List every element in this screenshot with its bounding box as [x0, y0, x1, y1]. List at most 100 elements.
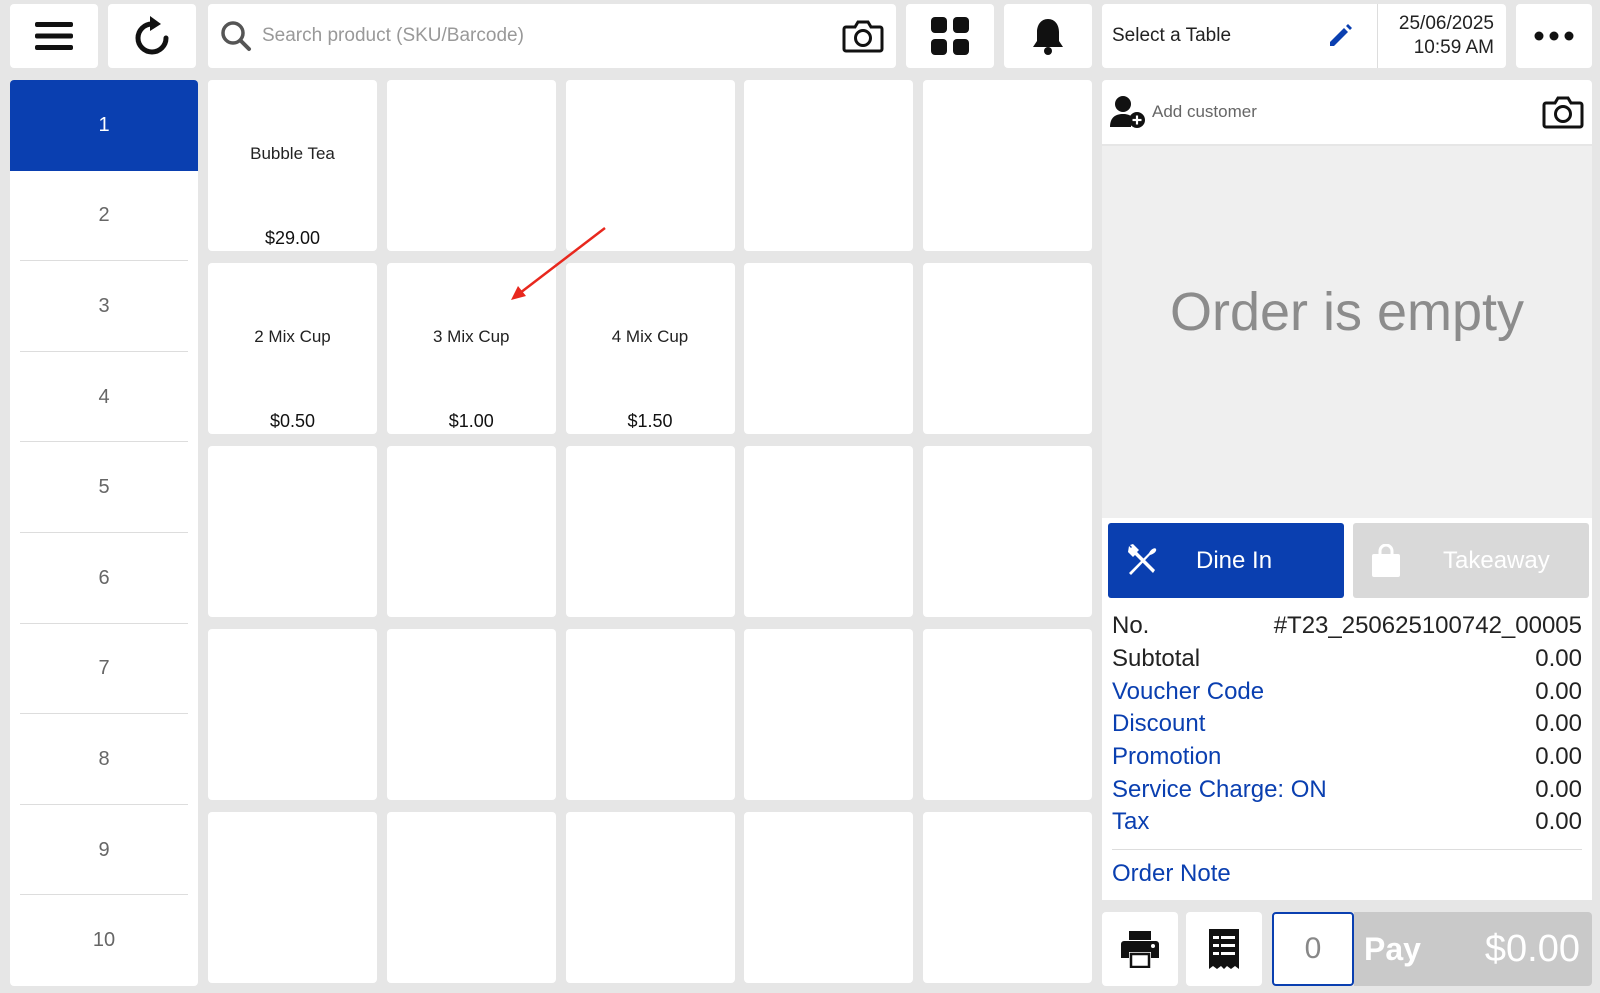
category-item-1[interactable]: 1: [10, 80, 198, 171]
empty-product-slot[interactable]: [565, 446, 735, 617]
tax-row[interactable]: Tax 0.00: [1112, 806, 1582, 839]
service-charge-on-label[interactable]: Service Charge: ON: [1112, 776, 1327, 804]
product-name: 2 Mix Cup: [254, 327, 331, 346]
category-item-5[interactable]: 5: [10, 442, 198, 533]
product-tile[interactable]: 3 Mix Cup $1.00: [386, 263, 556, 434]
hamburger-menu-icon: [35, 22, 73, 50]
empty-product-slot[interactable]: [744, 80, 914, 251]
category-item-8[interactable]: 8: [10, 714, 198, 805]
more-options-button[interactable]: [1516, 4, 1592, 68]
empty-product-slot[interactable]: [923, 80, 1092, 251]
grid-view-button[interactable]: [906, 4, 994, 68]
empty-product-slot[interactable]: [744, 812, 914, 983]
empty-product-slot[interactable]: [923, 812, 1092, 983]
empty-product-slot[interactable]: [744, 446, 914, 617]
category-item-9[interactable]: 9: [10, 805, 198, 896]
datetime-display: 25/06/2025 10:59 AM: [1378, 12, 1506, 60]
date-text: 25/06/2025: [1398, 13, 1494, 34]
fork-knife-icon: [1128, 543, 1157, 575]
summary-divider: [1112, 848, 1582, 850]
notifications-button[interactable]: [1004, 4, 1092, 68]
menu-button[interactable]: [10, 4, 98, 68]
search-input[interactable]: [262, 25, 842, 47]
search-bar[interactable]: [208, 4, 896, 68]
order-empty-message: Order is empty: [1169, 282, 1525, 342]
subtotal-value: 0.00: [1535, 645, 1582, 673]
empty-product-slot[interactable]: [923, 629, 1092, 800]
empty-product-slot[interactable]: [565, 80, 735, 251]
empty-product-slot[interactable]: [208, 446, 377, 617]
grid-icon: [931, 17, 969, 55]
service-charge-on-row[interactable]: Service Charge: ON 0.00: [1112, 773, 1582, 806]
empty-product-slot[interactable]: [386, 80, 556, 251]
subtotal-label: Subtotal: [1112, 645, 1201, 673]
order-type-selector: Dine In Takeaway: [1102, 518, 1592, 602]
receipt-button[interactable]: [1186, 912, 1262, 986]
category-item-7[interactable]: 7: [10, 624, 198, 715]
tax-label[interactable]: Tax: [1112, 808, 1149, 836]
discount-label[interactable]: Discount: [1112, 710, 1205, 738]
empty-product-slot[interactable]: [386, 812, 556, 983]
empty-product-slot[interactable]: [744, 263, 914, 434]
product-tile[interactable]: 2 Mix Cup $0.50: [208, 263, 377, 434]
takeaway-label: Takeaway: [1443, 546, 1550, 574]
empty-product-slot[interactable]: [923, 446, 1092, 617]
customer-bar: Add customer: [1102, 80, 1592, 144]
category-item-2[interactable]: 2: [10, 171, 198, 262]
bell-icon: [1033, 19, 1063, 55]
empty-product-slot[interactable]: [923, 263, 1092, 434]
takeaway-button[interactable]: Takeaway: [1353, 523, 1589, 598]
category-item-10[interactable]: 10: [10, 895, 198, 986]
time-text: 10:59 AM: [1413, 37, 1494, 58]
camera-icon[interactable]: [1542, 94, 1584, 130]
empty-product-slot[interactable]: [386, 446, 556, 617]
shopping-bag-icon: [1372, 543, 1400, 577]
print-button[interactable]: [1102, 912, 1178, 986]
add-customer-icon[interactable]: [1110, 95, 1146, 129]
product-tile[interactable]: 4 Mix Cup $1.50: [565, 263, 735, 434]
order-number-label: No.: [1112, 612, 1150, 640]
category-item-4[interactable]: 4: [10, 352, 198, 443]
refresh-button[interactable]: [108, 4, 196, 68]
printer-icon: [1121, 931, 1159, 968]
product-tile[interactable]: Bubble Tea $29.00: [208, 80, 377, 251]
add-customer-label[interactable]: Add customer: [1152, 102, 1542, 122]
promotion-row[interactable]: Promotion 0.00: [1112, 741, 1582, 774]
product-price: $1.50: [627, 411, 673, 431]
table-datetime-panel: Select a Table 25/06/2025 10:59 AM: [1102, 4, 1506, 68]
tax-value: 0.00: [1535, 808, 1582, 836]
voucher-code-label[interactable]: Voucher Code: [1112, 678, 1264, 706]
order-note-row: Order Note: [1112, 858, 1582, 891]
select-table-label: Select a Table: [1112, 25, 1232, 46]
more-dots-icon: [1534, 31, 1574, 41]
empty-product-slot[interactable]: [386, 629, 556, 800]
empty-product-slot[interactable]: [744, 629, 914, 800]
dine-in-button[interactable]: Dine In: [1108, 523, 1344, 598]
service-charge-on-value: 0.00: [1535, 775, 1582, 803]
discount-value: 0.00: [1535, 710, 1582, 738]
quantity-field[interactable]: 0: [1272, 912, 1354, 986]
order-number-value: #T23_250625100742_00005: [1273, 612, 1582, 640]
empty-product-slot[interactable]: [565, 629, 735, 800]
select-table-button[interactable]: Select a Table: [1102, 4, 1378, 68]
pencil-edit-icon[interactable]: [1327, 23, 1353, 49]
pay-button[interactable]: Pay $0.00: [1354, 912, 1592, 986]
order-note-link[interactable]: Order Note: [1112, 860, 1231, 888]
discount-row[interactable]: Discount 0.00: [1112, 708, 1582, 741]
empty-product-slot[interactable]: [208, 629, 377, 800]
receipt-icon: [1209, 929, 1239, 969]
voucher-code-value: 0.00: [1535, 677, 1582, 705]
voucher-code-row[interactable]: Voucher Code 0.00: [1112, 675, 1582, 708]
pay-label: Pay: [1364, 930, 1421, 967]
product-price: $29.00: [264, 228, 321, 248]
category-item-6[interactable]: 6: [10, 533, 198, 624]
empty-product-slot[interactable]: [208, 812, 377, 983]
search-icon: [221, 21, 251, 51]
camera-scan-icon[interactable]: [842, 18, 884, 54]
empty-product-slot[interactable]: [565, 812, 735, 983]
category-item-3[interactable]: 3: [10, 261, 198, 352]
dine-in-label: Dine In: [1196, 546, 1273, 574]
promotion-label[interactable]: Promotion: [1112, 743, 1221, 771]
subtotal-row: Subtotal 0.00: [1112, 643, 1582, 676]
category-list: 1 2 3 4 5 6 7 8 9 10: [10, 80, 198, 986]
